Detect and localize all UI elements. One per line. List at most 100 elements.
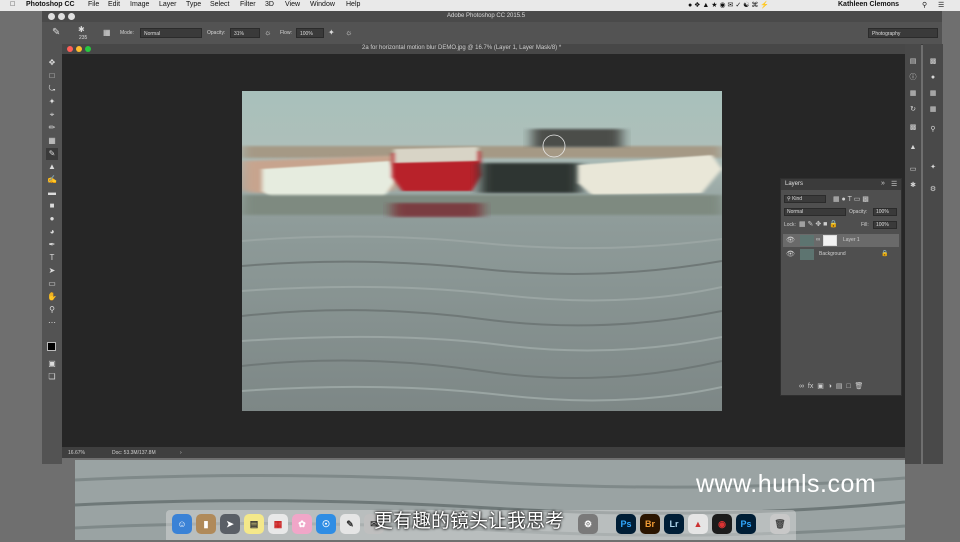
- pen-tool-icon[interactable]: ✒: [46, 239, 58, 251]
- clone-stamp-tool-icon[interactable]: ▲: [46, 161, 58, 173]
- flow-field[interactable]: 100%: [296, 28, 324, 38]
- airbrush-icon[interactable]: ✦: [328, 28, 335, 37]
- layer-opacity-field[interactable]: 100%: [873, 208, 897, 216]
- brush-panel-icon[interactable]: ▦: [103, 28, 111, 37]
- menu-file[interactable]: File: [88, 1, 99, 8]
- edit-toolbar-icon[interactable]: ⋯: [46, 317, 58, 329]
- brush-tool-icon[interactable]: ✎: [52, 27, 60, 38]
- layer-mask-thumbnail[interactable]: [823, 235, 837, 246]
- menu-type[interactable]: Type: [186, 1, 201, 8]
- safari-icon[interactable]: ☉: [316, 514, 336, 534]
- system-preferences-icon[interactable]: ⚙: [578, 514, 598, 534]
- pressure-size-icon[interactable]: ☼: [345, 28, 352, 37]
- character-icon[interactable]: ▭: [908, 166, 918, 174]
- hand-tool-icon[interactable]: ✋: [46, 291, 58, 303]
- mode-select[interactable]: Normal: [140, 28, 202, 38]
- layer-filter-kind[interactable]: ⚲ Kind: [784, 195, 826, 203]
- workspace-select[interactable]: Photography: [868, 28, 938, 38]
- status-menu-icon[interactable]: ›: [180, 450, 182, 456]
- screen-mode-icon[interactable]: ❏: [46, 371, 58, 383]
- shape-tool-icon[interactable]: ▭: [46, 278, 58, 290]
- photoshop-dock-icon-2[interactable]: Ps: [736, 514, 756, 534]
- panel-menu-icon[interactable]: ☰: [891, 180, 897, 188]
- notes-icon[interactable]: ▤: [244, 514, 264, 534]
- zoom-level[interactable]: 16.67%: [68, 450, 85, 456]
- paths-icon[interactable]: ⚲: [928, 126, 938, 134]
- history-brush-tool-icon[interactable]: ✍: [46, 174, 58, 186]
- preview-icon[interactable]: ✎: [340, 514, 360, 534]
- paragraph-icon[interactable]: ✱: [908, 182, 918, 190]
- close-window-button[interactable]: [48, 13, 55, 20]
- spotlight-icon[interactable]: ⚲: [922, 1, 927, 9]
- blend-mode-select[interactable]: Normal: [784, 208, 846, 216]
- bridge-dock-icon[interactable]: Br: [640, 514, 660, 534]
- history-icon[interactable]: ↻: [908, 106, 918, 114]
- add-mask-icon[interactable]: ▣: [817, 383, 824, 390]
- minimize-window-button[interactable]: [58, 13, 65, 20]
- brush-tool-icon[interactable]: ✎: [46, 148, 58, 160]
- menu-window[interactable]: Window: [310, 1, 335, 8]
- link-icon[interactable]: ∞: [816, 234, 820, 247]
- visibility-eye-icon[interactable]: 👁: [786, 234, 795, 247]
- color-icon[interactable]: ●: [928, 74, 938, 82]
- crop-tool-icon[interactable]: ⌖: [46, 109, 58, 121]
- gradient-tool-icon[interactable]: ■: [46, 200, 58, 212]
- opacity-field[interactable]: 31%: [230, 28, 260, 38]
- menu-image[interactable]: Image: [130, 1, 149, 8]
- fill-field[interactable]: 100%: [873, 221, 897, 229]
- brush-preset-icon[interactable]: ✱: [78, 25, 85, 34]
- menu-select[interactable]: Select: [210, 1, 229, 8]
- histogram-icon[interactable]: ▤: [908, 58, 918, 66]
- eyedropper-tool-icon[interactable]: ✏: [46, 122, 58, 134]
- menu-filter[interactable]: Filter: [240, 1, 256, 8]
- lock-icons[interactable]: ▦ ✎ ✥ ■ 🔒: [799, 220, 838, 228]
- notification-icon[interactable]: ☰: [938, 1, 944, 9]
- photoshop-dock-icon[interactable]: Ps: [616, 514, 636, 534]
- fx-icon[interactable]: fx: [808, 383, 813, 390]
- doc-zoom-button[interactable]: [85, 46, 91, 52]
- type-tool-icon[interactable]: T: [46, 252, 58, 264]
- apple-icon[interactable]: : [10, 1, 15, 8]
- layer-row-layer1[interactable]: 👁 ∞ Layer 1: [783, 234, 899, 247]
- trash-icon[interactable]: 🗑: [855, 383, 864, 390]
- menu-3d[interactable]: 3D: [265, 1, 274, 8]
- libraries-icon[interactable]: ⚙: [928, 186, 938, 194]
- calendar-icon[interactable]: ▦: [268, 514, 288, 534]
- menu-view[interactable]: View: [285, 1, 300, 8]
- color-sync-icon[interactable]: ▲: [688, 514, 708, 534]
- menu-app-name[interactable]: Photoshop CC: [26, 1, 75, 8]
- layer-name[interactable]: Layer 1: [843, 234, 860, 247]
- filter-icons[interactable]: ▦ ● T ▭ ▩: [833, 195, 869, 203]
- blur-tool-icon[interactable]: ●: [46, 213, 58, 225]
- lasso-tool-icon[interactable]: ⤿: [46, 83, 58, 95]
- doc-close-button[interactable]: [67, 46, 73, 52]
- menu-help[interactable]: Help: [346, 1, 360, 8]
- quick-mask-icon[interactable]: ▣: [46, 358, 58, 370]
- foreground-color-swatch[interactable]: [47, 342, 56, 351]
- layer-comps-icon[interactable]: ✦: [928, 164, 938, 172]
- magic-wand-tool-icon[interactable]: ✦: [46, 96, 58, 108]
- new-layer-icon[interactable]: □: [846, 383, 850, 390]
- pressure-opacity-icon[interactable]: ☼: [264, 28, 271, 37]
- path-selection-tool-icon[interactable]: ➤: [46, 265, 58, 277]
- visibility-eye-icon[interactable]: 👁: [786, 248, 795, 261]
- document-image[interactable]: [242, 91, 722, 411]
- adjustment-layer-icon[interactable]: ◑: [828, 383, 832, 390]
- info-icon[interactable]: ⓘ: [908, 74, 918, 82]
- collapse-icon[interactable]: »: [881, 180, 885, 187]
- adjustments-icon[interactable]: ▲: [908, 144, 918, 152]
- menu-layer[interactable]: Layer: [159, 1, 177, 8]
- dodge-tool-icon[interactable]: ◕: [46, 226, 58, 238]
- menu-edit[interactable]: Edit: [108, 1, 120, 8]
- lightroom-dock-icon[interactable]: Lr: [664, 514, 684, 534]
- properties-icon[interactable]: ▩: [908, 124, 918, 132]
- styles-icon[interactable]: ▦: [928, 90, 938, 98]
- finder-icon[interactable]: ☺: [172, 514, 192, 534]
- eraser-tool-icon[interactable]: ▬: [46, 187, 58, 199]
- trash-dock-icon[interactable]: 🗑: [770, 514, 790, 534]
- marquee-tool-icon[interactable]: □: [46, 70, 58, 82]
- link-layers-icon[interactable]: ∞: [799, 383, 804, 390]
- layers-panel-title[interactable]: Layers: [785, 181, 803, 187]
- zoom-tool-icon[interactable]: ⚲: [46, 304, 58, 316]
- channels-icon[interactable]: ▦: [928, 106, 938, 114]
